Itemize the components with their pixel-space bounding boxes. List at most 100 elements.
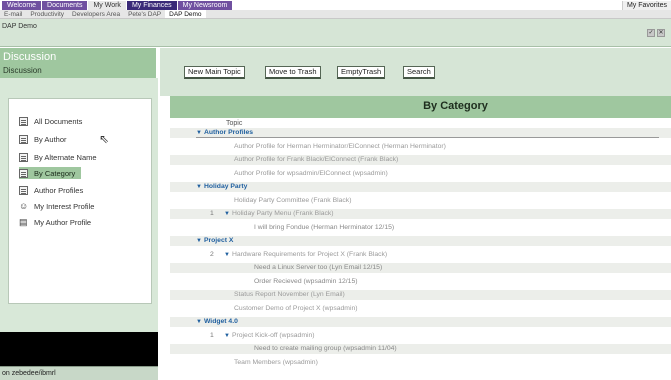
- row-text: Status Report November (Lyn Email): [234, 291, 345, 298]
- close-icon[interactable]: ✕: [657, 29, 665, 37]
- document-row[interactable]: Need a Linux Server too (Lyn Email 12/15…: [170, 263, 671, 273]
- interest-icon: ☺: [19, 200, 29, 211]
- category-row[interactable]: ▼ Project X: [170, 236, 671, 246]
- tab-welcome[interactable]: Welcome: [2, 1, 43, 10]
- document-row[interactable]: Author Profile for wpsadmin/ElConnect (w…: [170, 169, 671, 179]
- profile-icon: ▤: [19, 216, 28, 227]
- search-button[interactable]: Search: [403, 66, 435, 79]
- document-row[interactable]: 1 ▼ Holiday Party Menu (Frank Black): [170, 209, 671, 219]
- row-text: ▼ Project X: [196, 237, 234, 244]
- mouse-cursor-icon: ⇖: [99, 132, 110, 146]
- app-tools: ✓ ✕: [647, 29, 665, 37]
- subtab-productivity[interactable]: Productivity: [26, 10, 68, 18]
- document-row[interactable]: I will bring Fondue (Herman Herminator 1…: [170, 223, 671, 233]
- tab-documents[interactable]: Documents: [42, 1, 89, 10]
- move-to-trash-button[interactable]: Move to Trash: [265, 66, 321, 79]
- row-text: ▼ Project Kick-off (wpsadmin): [224, 331, 315, 339]
- document-row[interactable]: Need to create mailing group (wpsadmin 1…: [170, 344, 671, 354]
- document-row[interactable]: Order Recieved (wpsadmin 12/15): [170, 277, 671, 287]
- document-row[interactable]: Author Profile for Frank Black/ElConnect…: [170, 155, 671, 165]
- view-icon: [19, 185, 28, 195]
- sidebar-item-label: Author Profiles: [34, 185, 84, 195]
- row-text: Need a Linux Server too (Lyn Email 12/15…: [254, 264, 383, 271]
- sidebar-item-label: My Author Profile: [34, 217, 92, 227]
- twisty-expand-icon[interactable]: ▼: [196, 319, 202, 325]
- row-text: Author Profile for Herman Herminator/ElC…: [234, 142, 446, 150]
- sidebar-footer-area: [0, 332, 158, 366]
- app-title-bar: DAP Demo ✓ ✕: [0, 19, 671, 47]
- portal-sub-tabs: E-mail Productivity Developers Area Pete's …: [0, 10, 671, 19]
- document-row[interactable]: 2 ▼ Hardware Requirements for Project X (F…: [170, 250, 671, 260]
- view-title: By Category: [423, 100, 488, 112]
- sidebar-item-author-profiles[interactable]: Author Profiles: [19, 184, 83, 196]
- view-header: By Category: [170, 96, 671, 118]
- sidebar-item-by-alternate-name[interactable]: By Alternate Name: [19, 151, 97, 163]
- sidebar-item-all-documents[interactable]: All Documents: [19, 115, 82, 127]
- sidebar-item-by-author[interactable]: By Author: [19, 133, 67, 145]
- view-icon: [19, 168, 28, 178]
- response-count: 1: [210, 210, 214, 217]
- subtab-pete-s-dap[interactable]: Pete's DAP: [124, 10, 165, 18]
- document-row[interactable]: 1 ▼ Project Kick-off (wpsadmin): [170, 331, 671, 341]
- sidebar-item-my-interest-profile[interactable]: ☺ My Interest Profile: [19, 200, 94, 212]
- subtab-dap-demo[interactable]: DAP Demo: [165, 10, 206, 18]
- view-pane: Topic ▼ Author Profiles Author Profile for…: [170, 118, 671, 380]
- column-header-topic[interactable]: Topic: [226, 120, 242, 127]
- row-text: Author Profile for Frank Black/ElConnect…: [234, 156, 399, 163]
- tab-my-work[interactable]: My Work: [88, 1, 127, 10]
- twisty-expand-icon[interactable]: ▼: [224, 211, 230, 217]
- row-text: ▼ Widget 4.0: [196, 318, 238, 325]
- row-text: Team Members (wpsadmin): [234, 358, 318, 366]
- document-row[interactable]: Customer Demo of Project X (wpsadmin): [170, 304, 671, 314]
- twisty-expand-icon[interactable]: ▼: [224, 333, 230, 339]
- sidebar-item-label: All Documents: [34, 116, 83, 126]
- sidebar-header: Discussion Discussion: [0, 48, 158, 78]
- subtab-e-mail[interactable]: E-mail: [0, 10, 26, 18]
- server-status: on zebedee/ibmrl: [2, 370, 56, 377]
- category-row[interactable]: ▼ Author Profiles: [170, 128, 671, 138]
- sidebar-item-label: My Interest Profile: [34, 201, 95, 211]
- response-count: 2: [210, 250, 214, 258]
- view-icon: [19, 152, 28, 162]
- status-bar: on zebedee/ibmrl: [0, 366, 158, 380]
- row-text: Holiday Party Committee (Frank Black): [234, 196, 352, 204]
- app-title: DAP Demo: [2, 23, 37, 30]
- row-text: ▼ Holiday Party: [196, 183, 248, 190]
- sidebar-item-by-category[interactable]: By Category: [19, 167, 82, 179]
- sidebar: All Documents By Author By Alternate Name B…: [0, 78, 158, 332]
- document-row[interactable]: Author Profile for Herman Herminator/ElC…: [170, 142, 671, 152]
- sidebar-title: Discussion: [3, 51, 57, 63]
- view-icon: [19, 134, 28, 144]
- category-row[interactable]: ▼ Widget 4.0: [170, 317, 671, 327]
- category-row[interactable]: ▼ Holiday Party: [170, 182, 671, 192]
- row-text: Customer Demo of Project X (wpsadmin): [234, 304, 358, 312]
- twisty-expand-icon[interactable]: ▼: [196, 184, 202, 190]
- column-header[interactable]: Topic: [170, 118, 671, 128]
- view-navigator: All Documents By Author By Alternate Name B…: [8, 98, 152, 304]
- row-text: Order Recieved (wpsadmin 12/15): [254, 277, 358, 285]
- view-icon: [19, 116, 28, 126]
- sidebar-item-label: By Category: [34, 168, 76, 178]
- twisty-expand-icon[interactable]: ▼: [196, 238, 202, 244]
- row-text: Author Profile for wpsadmin/ElConnect (w…: [234, 169, 388, 177]
- response-count: 1: [210, 331, 214, 339]
- portal-tabs: Welcome Documents My Work My Finances My New…: [2, 1, 234, 10]
- check-icon[interactable]: ✓: [647, 29, 655, 37]
- sidebar-item-my-author-profile[interactable]: ▤ My Author Profile: [19, 216, 91, 228]
- new-main-topic-button[interactable]: New Main Topic: [184, 66, 245, 79]
- row-text: ▼ Holiday Party Menu (Frank Black): [224, 210, 334, 217]
- document-row[interactable]: Team Members (wpsadmin): [170, 358, 671, 368]
- twisty-expand-icon[interactable]: ▼: [224, 252, 230, 258]
- sidebar-subtitle: Discussion: [3, 66, 42, 75]
- document-row[interactable]: Holiday Party Committee (Frank Black): [170, 196, 671, 206]
- subtab-developers-area[interactable]: Developers Area: [68, 10, 124, 18]
- twisty-expand-icon[interactable]: ▼: [196, 130, 202, 136]
- document-row[interactable]: Status Report November (Lyn Email): [170, 290, 671, 300]
- row-text: Need to create mailing group (wpsadmin 1…: [254, 345, 397, 352]
- tab-my-newsroom[interactable]: My Newsroom: [177, 1, 234, 10]
- emptytrash-button[interactable]: EmptyTrash: [337, 66, 386, 79]
- tab-my-finances[interactable]: My Finances: [126, 1, 178, 10]
- row-text: I will bring Fondue (Herman Herminator 1…: [254, 223, 395, 231]
- favorites-link[interactable]: My Favorites: [621, 1, 671, 10]
- selection-underline: [196, 137, 659, 138]
